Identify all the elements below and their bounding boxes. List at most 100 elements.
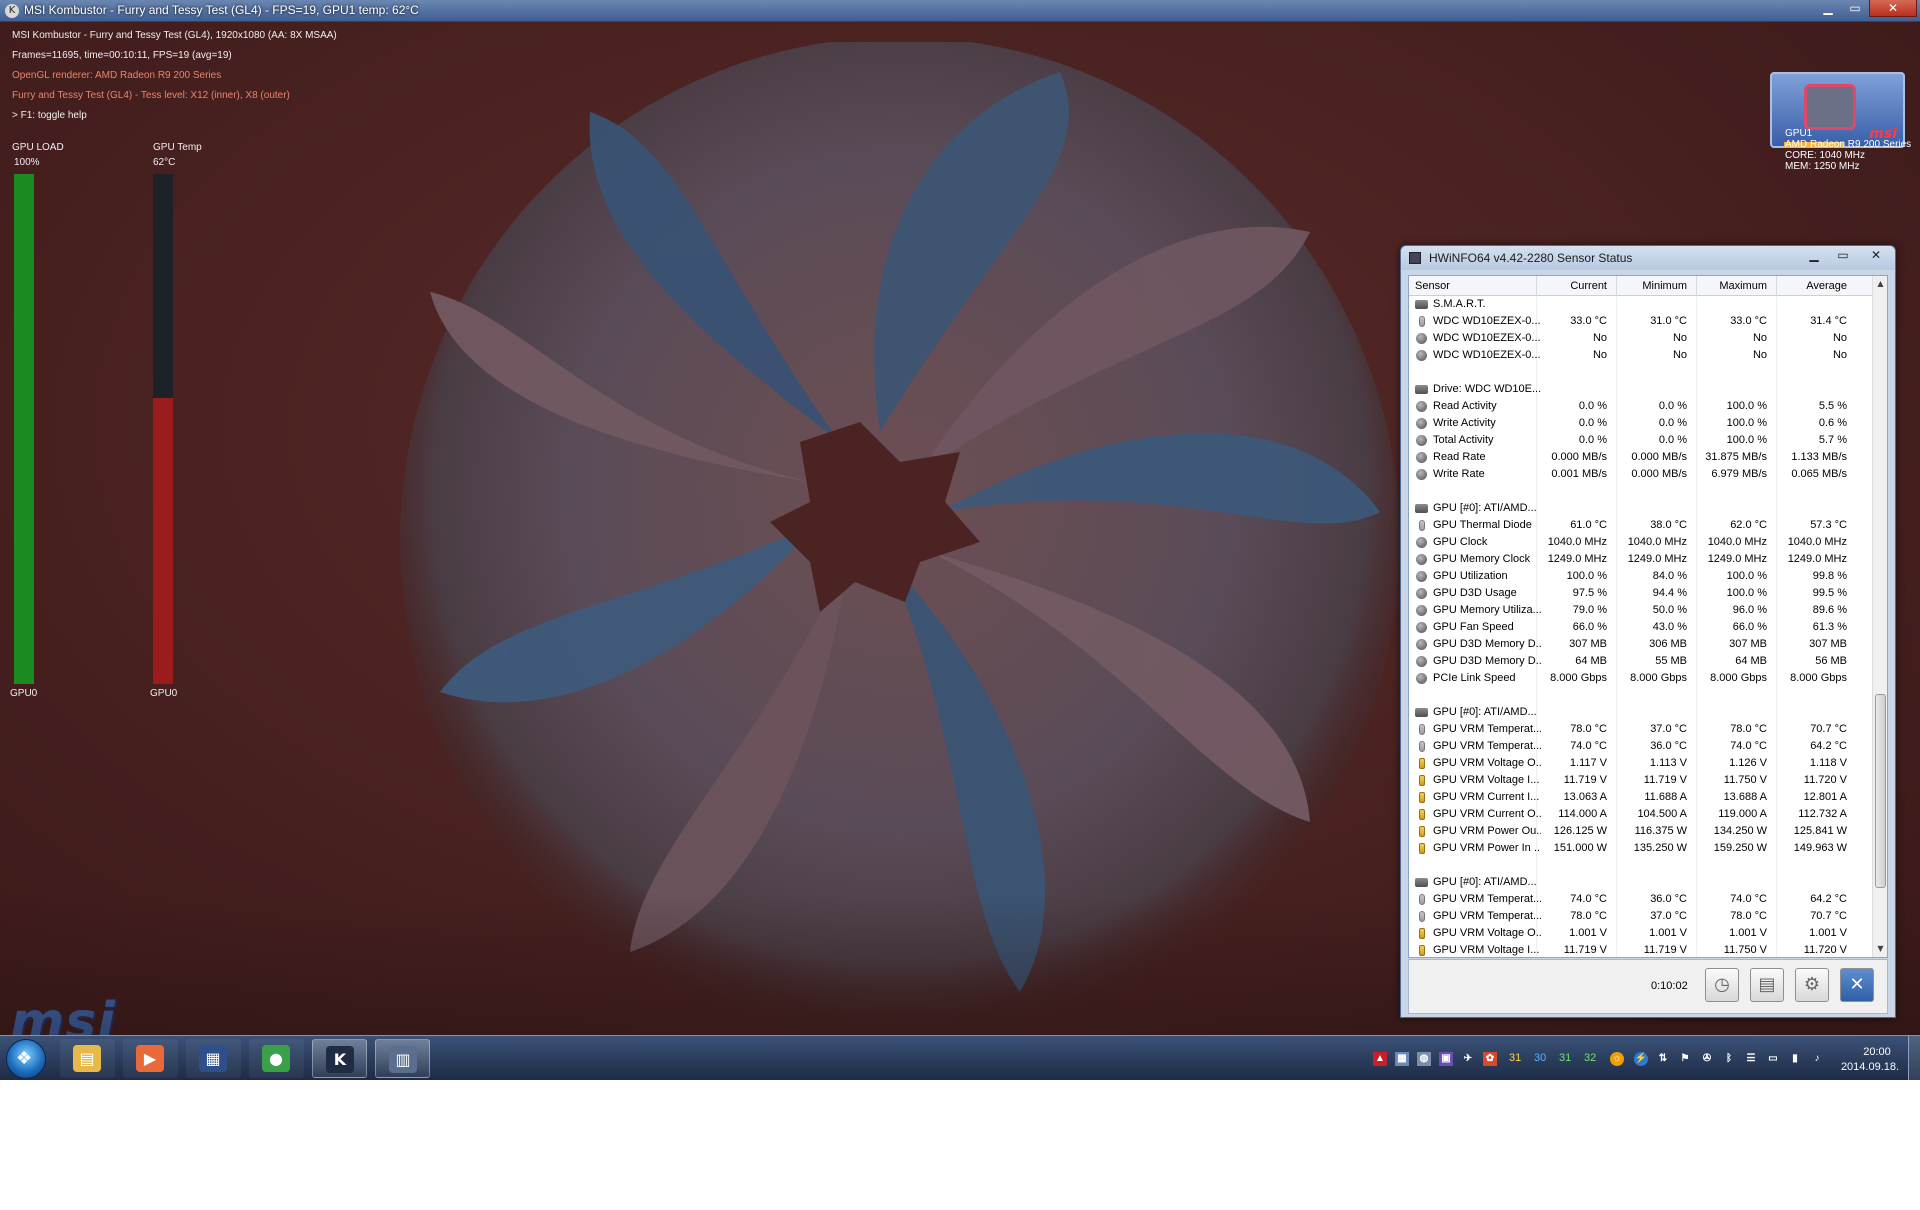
hwinfo-titlebar[interactable]: HWiNFO64 v4.42-2280 Sensor Status ▁ ▭ ✕ [1401, 246, 1895, 270]
table-row[interactable]: GPU Memory Clock 1249.0 MHz 1249.0 MHz 1249… [1409, 551, 1873, 568]
column-header-maximum[interactable]: Maximum [1697, 280, 1767, 292]
scroll-up-icon[interactable]: ▲ [1873, 276, 1887, 292]
table-row[interactable]: GPU Clock 1040.0 MHz 1040.0 MHz 1040.0 MHz 1… [1409, 534, 1873, 551]
tray-temp-1[interactable]: 31 [1509, 1052, 1521, 1064]
current-value: 1.001 V [1569, 927, 1607, 939]
clock-date[interactable]: 2014.09.18. [1830, 1061, 1910, 1073]
hwinfo-close-button[interactable]: ✕ [1857, 247, 1895, 265]
blue-tray-icon[interactable]: ⚡ [1634, 1052, 1648, 1066]
app-tray-icon[interactable]: ▣ [1439, 1052, 1453, 1066]
tray-temp-3[interactable]: 31 [1559, 1052, 1571, 1064]
device-icon[interactable]: ✇ [1700, 1052, 1714, 1066]
tray-temp-2[interactable]: 30 [1534, 1052, 1546, 1064]
pin-tray-icon[interactable]: ✈ [1461, 1052, 1475, 1066]
sensor-name: WDC WD10EZEX-0... [1433, 349, 1541, 361]
table-row[interactable]: GPU Memory Utiliza... 79.0 % 50.0 % 96.0 % 8… [1409, 602, 1873, 619]
sensor-group-row[interactable]: GPU [#0]: ATI/AMD... [1409, 500, 1873, 517]
table-row[interactable]: GPU VRM Temperat... 74.0 °C 36.0 °C 74.0 °C… [1409, 738, 1873, 755]
table-row[interactable]: GPU VRM Voltage I... 11.719 V 11.719 V 11.7… [1409, 942, 1873, 957]
current-value: 0.000 MB/s [1551, 451, 1607, 463]
table-row[interactable]: PCIe Link Speed 8.000 Gbps 8.000 Gbps 8.000… [1409, 670, 1873, 687]
column-header-sensor[interactable]: Sensor [1415, 280, 1450, 292]
current-value: 0.001 MB/s [1551, 468, 1607, 480]
table-row[interactable]: Read Activity 0.0 % 0.0 % 100.0 % 5.5 % [1409, 398, 1873, 415]
table-row[interactable]: GPU VRM Temperat... 78.0 °C 37.0 °C 78.0 °C… [1409, 721, 1873, 738]
kombustor-titlebar[interactable]: K MSI Kombustor - Furry and Tessy Test (… [0, 0, 1920, 22]
huawei-tray-icon[interactable]: ✿ [1483, 1052, 1497, 1066]
thermometer-icon [1419, 316, 1425, 327]
taskbar-app-kombustor[interactable]: K [312, 1039, 367, 1078]
taskbar-app-explorer[interactable]: ▤ [60, 1039, 115, 1078]
table-row[interactable]: Write Activity 0.0 % 0.0 % 100.0 % 0.6 % [1409, 415, 1873, 432]
current-value: 307 MB [1569, 638, 1607, 650]
table-row[interactable]: Total Activity 0.0 % 0.0 % 100.0 % 5.7 % [1409, 432, 1873, 449]
sensor-name: GPU [#0]: ATI/AMD... [1433, 706, 1537, 718]
table-row[interactable]: GPU D3D Usage 97.5 % 94.4 % 100.0 % 99.5 % [1409, 585, 1873, 602]
column-header-average[interactable]: Average [1777, 280, 1847, 292]
table-row[interactable]: GPU D3D Memory D... 64 MB 55 MB 64 MB 56 MB [1409, 653, 1873, 670]
acrobat-tray-icon[interactable]: ▲ [1373, 1052, 1387, 1066]
scrollbar-thumb[interactable] [1875, 694, 1886, 888]
clock-reset-button[interactable]: ◷ [1705, 968, 1739, 1002]
tray-temp-4[interactable]: 32 [1584, 1052, 1596, 1064]
sensor-group-row[interactable]: S.M.A.R.T. [1409, 296, 1873, 313]
table-row[interactable]: WDC WD10EZEX-0... 33.0 °C 31.0 °C 33.0 °C 31… [1409, 313, 1873, 330]
settings-button[interactable]: ⚙ [1795, 968, 1829, 1002]
orange-tray-icon[interactable]: ☼ [1610, 1052, 1624, 1066]
monitor-tray-icon[interactable]: ◍ [1417, 1052, 1431, 1066]
table-row-spacer [1409, 483, 1873, 500]
taskbar-app-hwinfo[interactable]: ▥ [375, 1039, 430, 1078]
network-share-icon[interactable]: ⇅ [1656, 1052, 1670, 1066]
table-row[interactable]: WDC WD10EZEX-0... No No No No [1409, 330, 1873, 347]
sensor-name: WDC WD10EZEX-0... [1433, 332, 1541, 344]
taskbar-app-media-player[interactable]: ▶ [123, 1039, 178, 1078]
table-row[interactable]: GPU VRM Temperat... 78.0 °C 37.0 °C 78.0 °C… [1409, 908, 1873, 925]
table-row[interactable]: GPU VRM Temperat... 74.0 °C 36.0 °C 74.0 °C… [1409, 891, 1873, 908]
battery-icon[interactable]: ▮ [1788, 1052, 1802, 1066]
table-row[interactable]: GPU VRM Current I... 13.063 A 11.688 A 13.6… [1409, 789, 1873, 806]
scroll-down-icon[interactable]: ▼ [1873, 941, 1887, 957]
table-row[interactable]: GPU VRM Voltage O... 1.001 V 1.001 V 1.001 … [1409, 925, 1873, 942]
log-report-button[interactable]: ▤ [1750, 968, 1784, 1002]
minimize-button[interactable]: ▁ [1815, 0, 1841, 17]
sensor-group-row[interactable]: Drive: WDC WD10E... [1409, 381, 1873, 398]
current-value: 151.000 W [1553, 842, 1607, 854]
bluetooth-icon[interactable]: ᛒ [1722, 1052, 1736, 1066]
table-row[interactable]: GPU VRM Voltage I... 11.719 V 11.719 V 11.7… [1409, 772, 1873, 789]
flag-icon[interactable]: ⚑ [1678, 1052, 1692, 1066]
taskbar-app-save-app[interactable]: ▦ [186, 1039, 241, 1078]
volume-icon[interactable]: ♪ [1810, 1052, 1824, 1066]
table-row[interactable]: WDC WD10EZEX-0... No No No No [1409, 347, 1873, 364]
clock-time[interactable]: 20:00 [1847, 1046, 1907, 1058]
taskbar-app-chrome[interactable]: ● [249, 1039, 304, 1078]
sensor-name: GPU D3D Memory D... [1433, 655, 1541, 667]
table-row[interactable]: Read Rate 0.000 MB/s 0.000 MB/s 31.875 MB/s… [1409, 449, 1873, 466]
start-button[interactable]: ❖ [6, 1039, 46, 1079]
table-row[interactable]: GPU VRM Voltage O... 1.117 V 1.113 V 1.126 … [1409, 755, 1873, 772]
sensor-group-row[interactable]: GPU [#0]: ATI/AMD... [1409, 704, 1873, 721]
sensor-tray-icon[interactable]: ☰ [1744, 1052, 1758, 1066]
maximum-value: 100.0 % [1726, 400, 1767, 412]
table-row[interactable]: GPU VRM Current O... 114.000 A 104.500 A 11… [1409, 806, 1873, 823]
hwinfo-minimize-button[interactable]: ▁ [1799, 247, 1829, 265]
hwinfo-maximize-button[interactable]: ▭ [1829, 247, 1857, 265]
show-desktop-button[interactable] [1908, 1036, 1920, 1080]
hwinfo-exit-button[interactable]: ✕ [1840, 968, 1874, 1002]
column-header-minimum[interactable]: Minimum [1617, 280, 1687, 292]
column-header-current[interactable]: Current [1537, 280, 1607, 292]
table-row[interactable]: Write Rate 0.001 MB/s 0.000 MB/s 6.979 MB/s… [1409, 466, 1873, 483]
close-button[interactable]: ✕ [1869, 0, 1917, 17]
maximize-button[interactable]: ▭ [1842, 0, 1868, 17]
table-row[interactable]: GPU Fan Speed 66.0 % 43.0 % 66.0 % 61.3 % [1409, 619, 1873, 636]
sensor-dot-icon [1416, 418, 1427, 429]
sensor-group-row[interactable]: GPU [#0]: ATI/AMD... [1409, 874, 1873, 891]
display-icon[interactable]: ▭ [1766, 1052, 1780, 1066]
table-row[interactable]: GPU Thermal Diode 61.0 °C 38.0 °C 62.0 °C 57… [1409, 517, 1873, 534]
table-row[interactable]: GPU D3D Memory D... 307 MB 306 MB 307 MB 307… [1409, 636, 1873, 653]
network-tray-icon[interactable]: ▦ [1395, 1052, 1409, 1066]
sensor-scrollbar[interactable]: ▲ ▼ [1872, 276, 1887, 957]
table-row[interactable]: GPU VRM Power In ... 151.000 W 135.250 W 15… [1409, 840, 1873, 857]
table-row[interactable]: GPU VRM Power Ou... 126.125 W 116.375 W 134… [1409, 823, 1873, 840]
sensor-table[interactable]: Sensor Current Minimum Maximum Average S… [1408, 275, 1888, 958]
table-row[interactable]: GPU Utilization 100.0 % 84.0 % 100.0 % 99.8 … [1409, 568, 1873, 585]
